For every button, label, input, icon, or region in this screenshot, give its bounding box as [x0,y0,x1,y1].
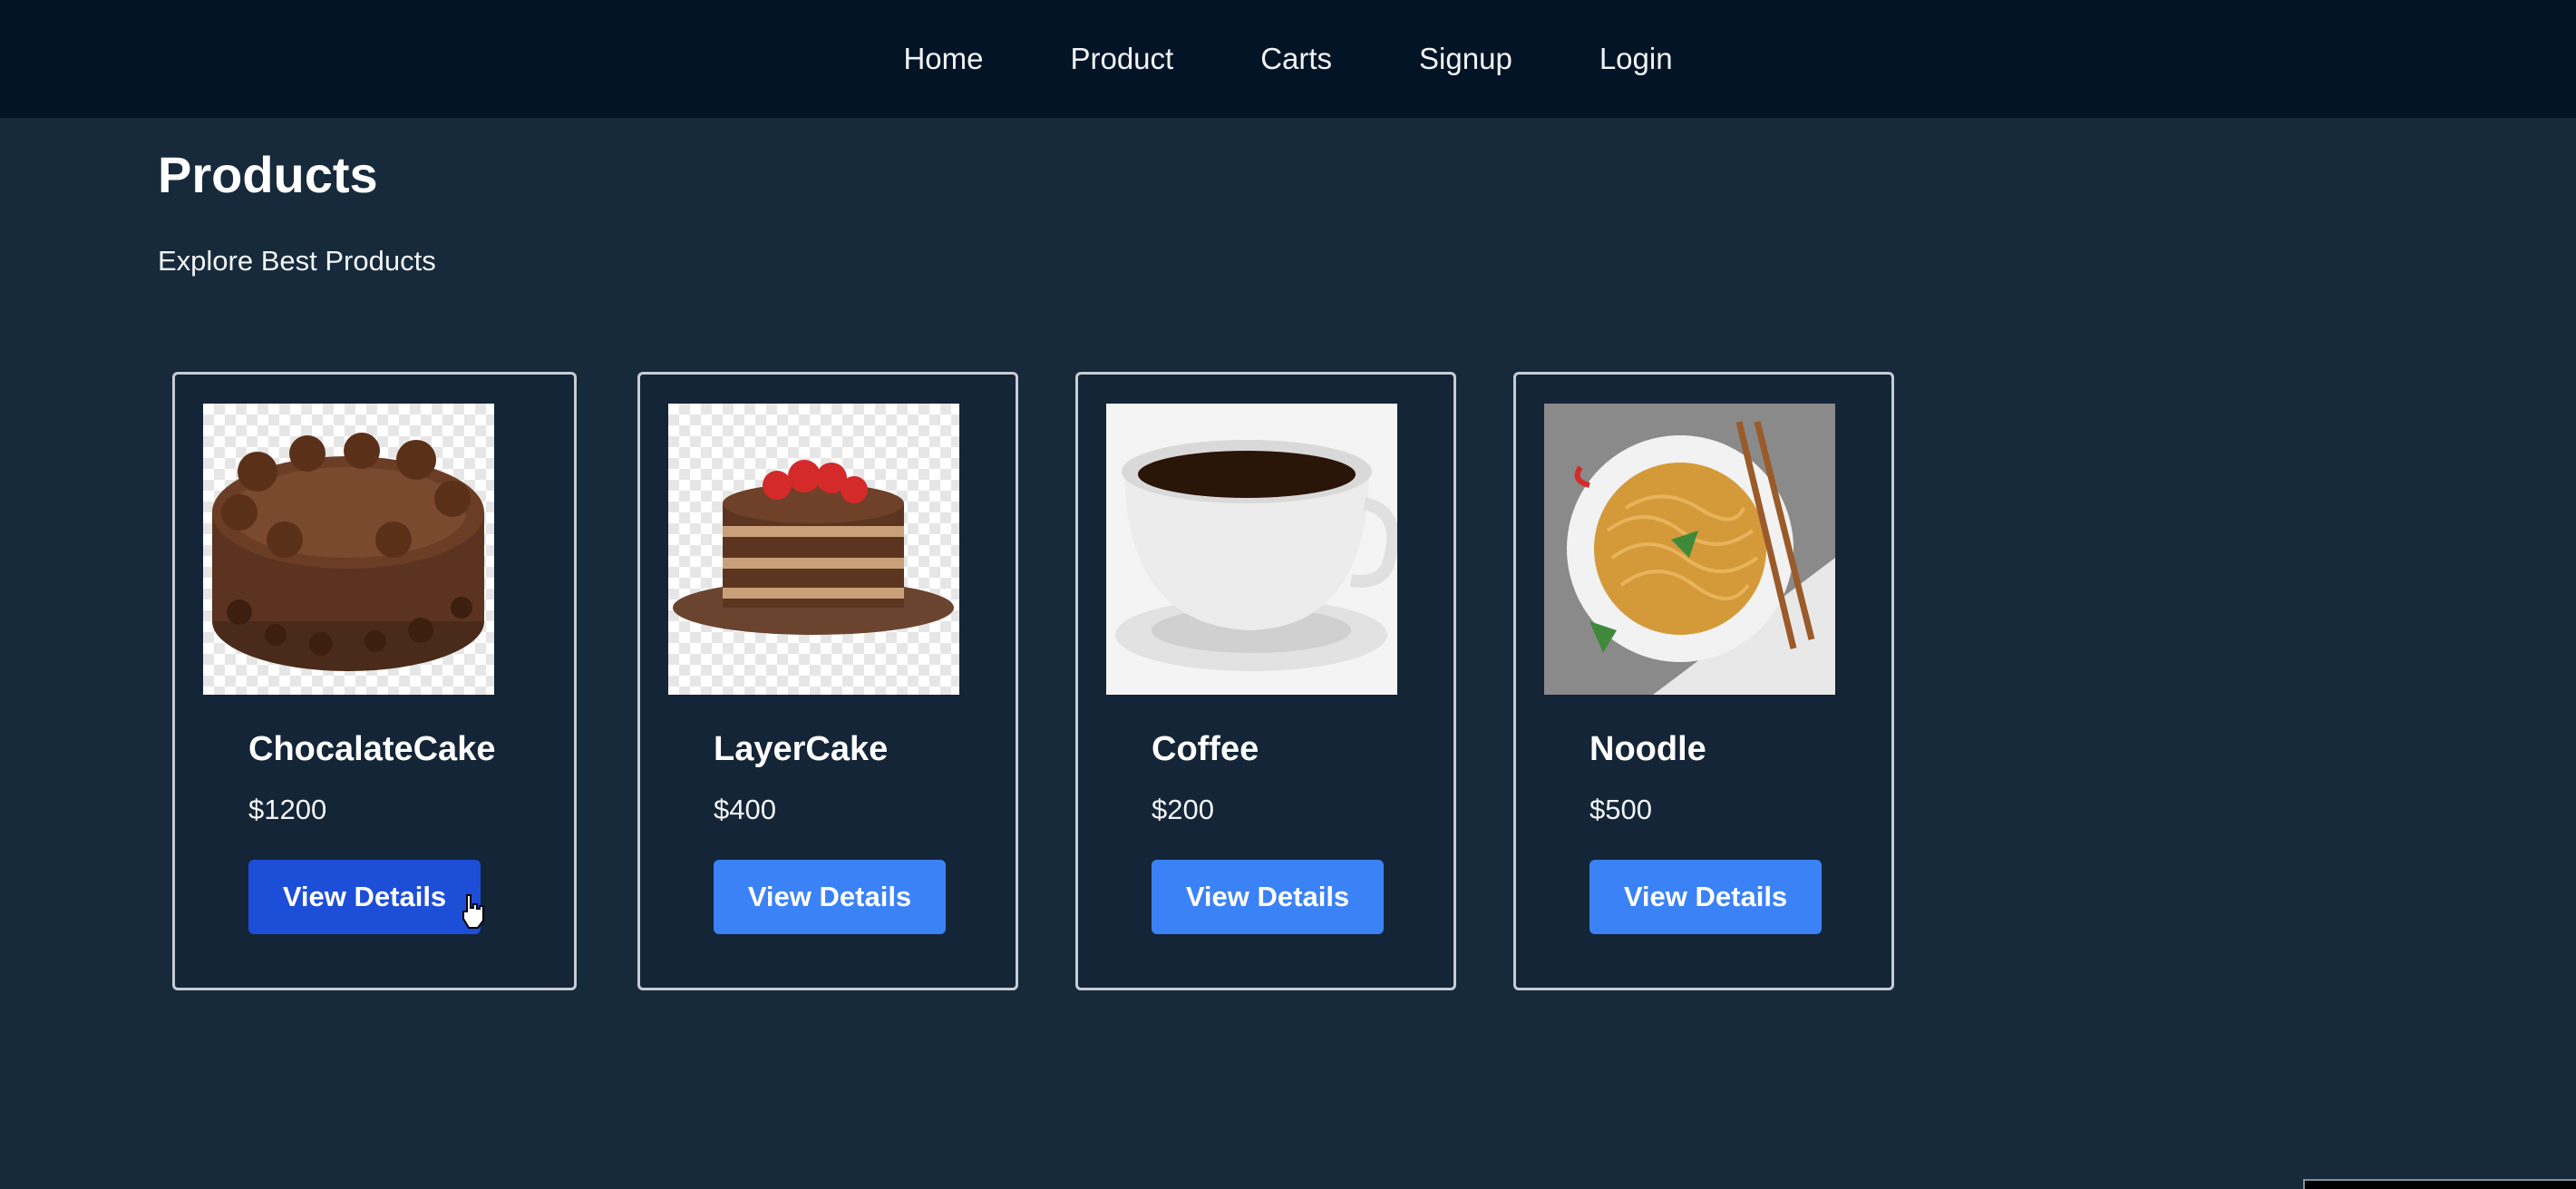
nav-signup[interactable]: Signup [1375,0,1556,118]
product-price: $1200 [248,794,327,825]
product-card: ChocalateCake $1200 View Details [172,372,577,990]
page-subtitle: Explore Best Products [158,245,436,277]
nav-product[interactable]: Product [1026,0,1217,118]
product-name: Noodle [1589,730,1706,768]
nav-carts[interactable]: Carts [1217,0,1375,118]
corner-overlay [2303,1179,2576,1189]
coffee-cup-image [1106,404,1397,695]
product-price: $400 [714,794,776,825]
product-price: $500 [1589,794,1652,825]
hand-cursor-icon [462,894,484,929]
product-card: Coffee $200 View Details [1075,372,1456,990]
noodle-plate-image [1544,404,1835,695]
chocolate-cake-image [203,404,494,695]
view-details-button[interactable]: View Details [714,860,946,934]
view-details-button[interactable]: View Details [248,860,481,934]
product-name: Coffee [1152,730,1259,768]
layer-cake-image [668,404,959,695]
product-card: LayerCake $400 View Details [637,372,1018,990]
top-navbar: Home Product Carts Signup Login [0,0,2576,118]
product-price: $200 [1152,794,1214,825]
product-name: LayerCake [714,730,889,768]
nav-login[interactable]: Login [1556,0,1716,118]
product-name: ChocalateCake [248,730,496,768]
nav-home[interactable]: Home [860,0,1026,118]
page-title: Products [158,146,378,203]
view-details-button[interactable]: View Details [1589,860,1822,934]
view-details-button[interactable]: View Details [1152,860,1384,934]
product-card: Noodle $500 View Details [1513,372,1894,990]
